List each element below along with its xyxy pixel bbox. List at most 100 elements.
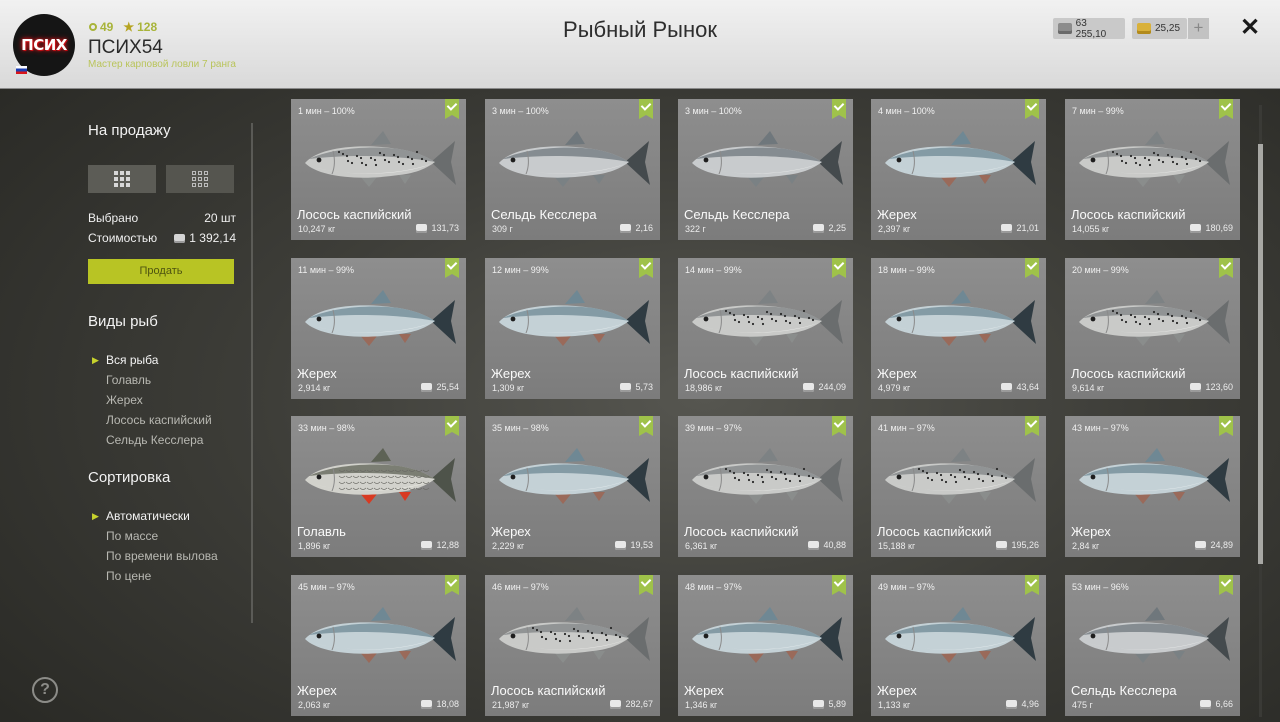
- fish-card[interactable]: 39 мин – 97% Лосось каспийский 6,361 кг 40,…: [678, 416, 853, 557]
- fish-card[interactable]: 33 мин – 98% Голавль 1,896 кг 12,88: [291, 416, 466, 557]
- fish-card[interactable]: 11 мин – 99% Жерех 2,914 кг 25,54: [291, 258, 466, 399]
- fish-card[interactable]: 12 мин – 99% Жерех 1,309 кг 5,73: [485, 258, 660, 399]
- fish-card[interactable]: 35 мин – 98% Жерех 2,229 кг 19,53: [485, 416, 660, 557]
- herring-fish-image: [499, 131, 650, 187]
- fish-card[interactable]: 7 мин – 99% Лосось каспийский 14,055 кг 180…: [1065, 99, 1240, 240]
- salmon-fish-image: [1079, 131, 1230, 187]
- fish-card[interactable]: 48 мин – 97% Жерех 1,346 кг 5,89: [678, 575, 853, 716]
- silver-coins-icon: [1200, 699, 1212, 709]
- fish-price: 4,96: [1006, 699, 1039, 709]
- fish-price: 43,64: [1001, 382, 1039, 392]
- fish-price: 21,01: [1001, 223, 1039, 233]
- selected-check-icon[interactable]: [1219, 99, 1233, 119]
- fish-card[interactable]: 14 мин – 99% Лосось каспийский 18,986 кг 24…: [678, 258, 853, 399]
- sort-option-item[interactable]: По массе: [92, 526, 218, 546]
- fish-card[interactable]: 18 мин – 99% Жерех 4,979 кг 43,64: [871, 258, 1046, 399]
- fish-card[interactable]: 20 мин – 99% Лосось каспийский 9,614 кг 123…: [1065, 258, 1240, 399]
- herring-fish-image: [692, 131, 843, 187]
- selected-check-icon[interactable]: [445, 258, 459, 278]
- fish-price-value: 21,01: [1016, 223, 1039, 233]
- fish-card[interactable]: 46 мин – 97% Лосось каспийский 21,987 кг 28…: [485, 575, 660, 716]
- sort-option-item[interactable]: По времени вылова: [92, 546, 218, 566]
- fish-card[interactable]: 4 мин – 100% Жерех 2,397 кг 21,01: [871, 99, 1046, 240]
- close-button[interactable]: ✕: [1238, 14, 1262, 42]
- fish-weight: 2,229 кг: [492, 541, 525, 551]
- fish-name: Лосось каспийский: [684, 366, 799, 381]
- selected-check-icon[interactable]: [639, 575, 653, 595]
- species-filter-item[interactable]: Жерех: [92, 390, 212, 410]
- silver-coins-icon: [421, 540, 433, 550]
- selected-check-icon[interactable]: [1219, 416, 1233, 436]
- selected-check-icon[interactable]: [445, 416, 459, 436]
- scrollbar-thumb[interactable]: [1258, 144, 1263, 564]
- fish-weight: 4,979 кг: [878, 383, 911, 393]
- fish-weight: 2,914 кг: [298, 383, 331, 393]
- silver-coins-icon: [808, 540, 820, 550]
- catch-time-quality: 49 мин – 97%: [878, 582, 935, 592]
- fish-price: 282,67: [610, 699, 653, 709]
- selected-check-icon[interactable]: [832, 575, 846, 595]
- selected-check-icon[interactable]: [832, 258, 846, 278]
- asp-fish-image: [499, 290, 650, 346]
- fish-card[interactable]: 43 мин – 97% Жерех 2,84 кг 24,89: [1065, 416, 1240, 557]
- fish-card[interactable]: 3 мин – 100% Сельдь Кесслера 322 г 2,25: [678, 99, 853, 240]
- fish-card[interactable]: 3 мин – 100% Сельдь Кесслера 309 г 2,16: [485, 99, 660, 240]
- catch-time-quality: 53 мин – 96%: [1072, 582, 1129, 592]
- add-gold-button[interactable]: +: [1188, 18, 1209, 39]
- small-grid-view-button[interactable]: [166, 165, 234, 193]
- species-filter-label: Лосось каспийский: [106, 413, 212, 427]
- selected-check-icon[interactable]: [639, 258, 653, 278]
- selected-check-icon[interactable]: [1025, 258, 1039, 278]
- help-button[interactable]: ?: [32, 677, 58, 703]
- species-filter-item[interactable]: Сельдь Кесслера: [92, 430, 212, 450]
- selected-check-icon[interactable]: [445, 575, 459, 595]
- fish-price-value: 19,53: [630, 540, 653, 550]
- silver-coins-icon: [996, 540, 1008, 550]
- fish-weight: 1,346 кг: [685, 700, 718, 710]
- catch-time-quality: 46 мин – 97%: [492, 582, 549, 592]
- species-filter-item[interactable]: ▶ Вся рыба: [92, 350, 212, 370]
- selected-check-icon[interactable]: [445, 99, 459, 119]
- silver-coins-icon: [620, 223, 632, 233]
- species-filter-item[interactable]: Лосось каспийский: [92, 410, 212, 430]
- selected-check-icon[interactable]: [1025, 99, 1039, 119]
- silver-coins-icon: [1006, 699, 1018, 709]
- cost-value: 1 392,14: [189, 231, 236, 245]
- selected-check-icon[interactable]: [639, 99, 653, 119]
- selected-check-icon[interactable]: [1025, 575, 1039, 595]
- fish-card[interactable]: 1 мин – 100% Лосось каспийский 10,247 кг 13…: [291, 99, 466, 240]
- fish-name: Лосось каспийский: [1071, 366, 1186, 381]
- asp-fish-image: [305, 290, 456, 346]
- sort-option-label: По времени вылова: [106, 549, 218, 563]
- fish-price-value: 6,66: [1215, 699, 1233, 709]
- fish-price: 25,54: [421, 382, 459, 392]
- fish-card[interactable]: 53 мин – 96% Сельдь Кесслера 475 г 6,66: [1065, 575, 1240, 716]
- cost-label: Стоимостью: [88, 231, 158, 245]
- fish-price: 131,73: [416, 223, 459, 233]
- large-grid-view-button[interactable]: [88, 165, 156, 193]
- sort-option-item[interactable]: ▶ Автоматически: [92, 506, 218, 526]
- selected-check-icon[interactable]: [832, 416, 846, 436]
- selected-check-icon[interactable]: [832, 99, 846, 119]
- fish-card[interactable]: 41 мин – 97% Лосось каспийский 15,188 кг 19…: [871, 416, 1046, 557]
- catch-time-quality: 20 мин – 99%: [1072, 265, 1129, 275]
- fish-card[interactable]: 45 мин – 97% Жерех 2,063 кг 18,08: [291, 575, 466, 716]
- sort-option-item[interactable]: По цене: [92, 566, 218, 586]
- fish-card[interactable]: 49 мин – 97% Жерех 1,133 кг 4,96: [871, 575, 1046, 716]
- selected-check-icon[interactable]: [1219, 258, 1233, 278]
- selected-check-icon[interactable]: [639, 416, 653, 436]
- species-filter-item[interactable]: Голавль: [92, 370, 212, 390]
- fish-weight: 1,133 кг: [878, 700, 911, 710]
- sell-button[interactable]: Продать: [88, 259, 234, 284]
- sort-title: Сортировка: [88, 469, 171, 486]
- selected-check-icon[interactable]: [1025, 416, 1039, 436]
- fish-price-value: 5,73: [635, 382, 653, 392]
- sort-option-label: Автоматически: [106, 509, 190, 523]
- fish-price: 40,88: [808, 540, 846, 550]
- selected-check-icon[interactable]: [1219, 575, 1233, 595]
- fish-weight: 1,309 кг: [492, 383, 525, 393]
- fish-weight: 322 г: [685, 224, 706, 234]
- catch-time-quality: 18 мин – 99%: [878, 265, 935, 275]
- silver-coins-icon: [615, 540, 627, 550]
- fish-name: Жерех: [877, 366, 917, 381]
